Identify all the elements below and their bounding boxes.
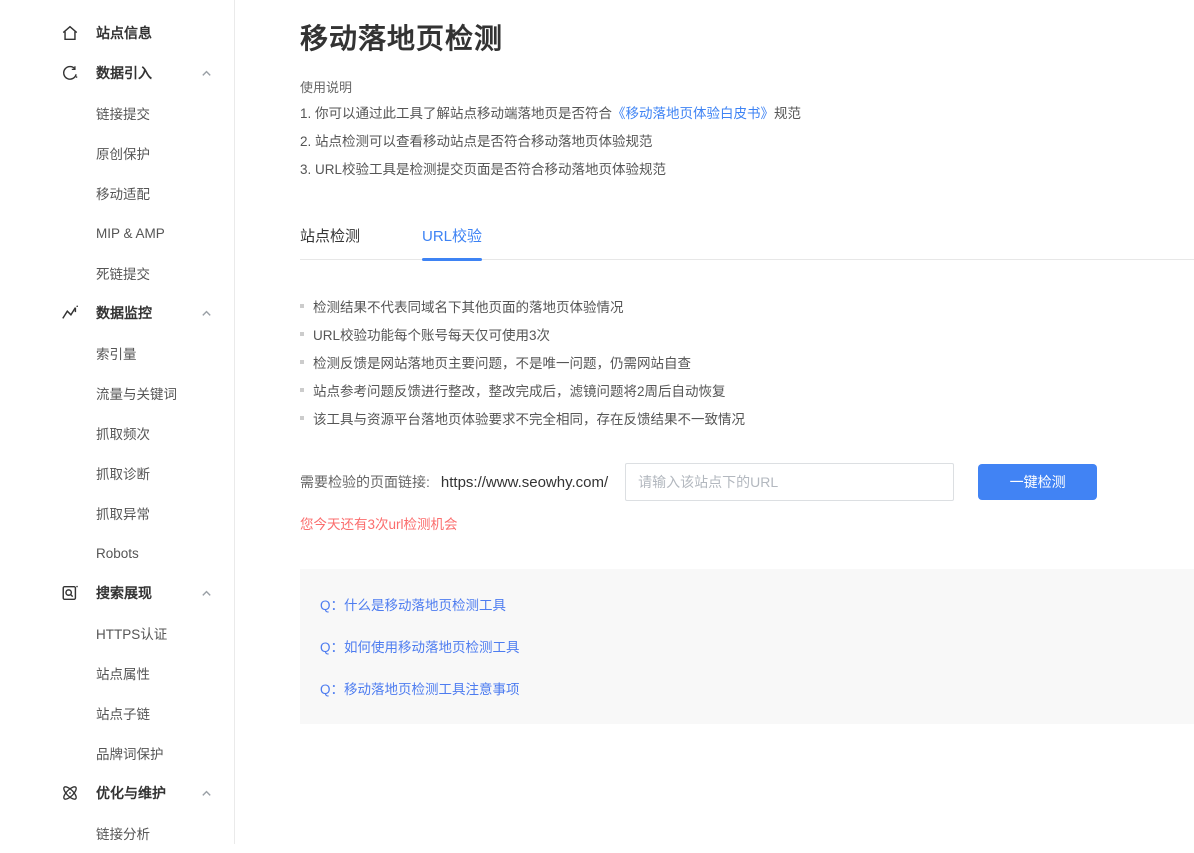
bullet-square-icon — [300, 332, 304, 336]
tab-site-check[interactable]: 站点检测 — [300, 228, 360, 259]
sidebar-item-https-certification[interactable]: HTTPS认证 — [0, 613, 234, 653]
bullet-square-icon — [300, 360, 304, 364]
sidebar-item-index-volume[interactable]: 索引量 — [0, 333, 234, 373]
bullet-square-icon — [300, 388, 304, 392]
sidebar-item-site-properties[interactable]: 站点属性 — [0, 653, 234, 693]
check-button[interactable]: 一键检测 — [978, 464, 1097, 500]
home-icon — [61, 24, 79, 42]
sidebar-section-label: 搜索展现 — [96, 583, 152, 603]
main-content: 移动落地页检测 使用说明 1. 你可以通过此工具了解站点移动端落地页是否符合《移… — [300, 0, 1194, 724]
sidebar: 站点信息 数据引入 链接提交 原创保护 移动适配 MIP & AMP 死链提交 … — [0, 0, 235, 844]
note-item: 该工具与资源平台落地页体验要求不完全相同，存在反馈结果不一致情况 — [300, 404, 1194, 432]
sidebar-item-crawl-diagnosis[interactable]: 抓取诊断 — [0, 453, 234, 493]
sidebar-item-site-sublinks[interactable]: 站点子链 — [0, 693, 234, 733]
search-display-icon — [61, 584, 79, 602]
chevron-up-icon[interactable] — [200, 67, 213, 80]
url-check-form: 需要检验的页面链接: https://www.seowhy.com/ 一键检测 — [300, 463, 1194, 501]
quota-remaining-text: 您今天还有3次url检测机会 — [300, 516, 1194, 534]
sidebar-section-data-import[interactable]: 数据引入 — [0, 53, 234, 93]
sidebar-item-link-submission[interactable]: 链接提交 — [0, 93, 234, 133]
sidebar-section-optimization[interactable]: 优化与维护 — [0, 773, 234, 813]
note-item: URL校验功能每个账号每天仅可使用3次 — [300, 320, 1194, 348]
faq-link-how-to-use[interactable]: Q：如何使用移动落地页检测工具 — [320, 638, 1194, 658]
sidebar-section-label: 优化与维护 — [96, 783, 166, 803]
chevron-up-icon[interactable] — [200, 307, 213, 320]
chevron-up-icon[interactable] — [200, 587, 213, 600]
tab-url-check[interactable]: URL校验 — [422, 228, 482, 259]
note-item: 检测结果不代表同域名下其他页面的落地页体验情况 — [300, 292, 1194, 320]
sidebar-item-original-protection[interactable]: 原创保护 — [0, 133, 234, 173]
instruction-line-3: 3. URL校验工具是检测提交页面是否符合移动落地页体验规范 — [300, 156, 1194, 184]
chart-icon — [61, 304, 79, 322]
sidebar-section-data-monitoring[interactable]: 数据监控 — [0, 293, 234, 333]
note-item: 站点参考问题反馈进行整改，整改完成后，滤镜问题将2周后自动恢复 — [300, 376, 1194, 404]
site-base-url: https://www.seowhy.com/ — [441, 474, 608, 491]
sidebar-section-label: 数据监控 — [96, 303, 152, 323]
url-input[interactable] — [625, 463, 954, 501]
sidebar-item-mobile-adaptation[interactable]: 移动适配 — [0, 173, 234, 213]
whitepaper-link[interactable]: 《移动落地页体验白皮书》 — [612, 106, 774, 121]
usage-heading: 使用说明 — [300, 80, 1194, 96]
instruction-line-2: 2. 站点检测可以查看移动站点是否符合移动落地页体验规范 — [300, 128, 1194, 156]
sidebar-item-link-analysis[interactable]: 链接分析 — [0, 813, 234, 853]
page-title: 移动落地页检测 — [300, 22, 1194, 56]
sidebar-item-mip-amp[interactable]: MIP & AMP — [0, 213, 234, 253]
bullet-square-icon — [300, 416, 304, 420]
optimize-icon — [61, 784, 79, 802]
sidebar-section-search-display[interactable]: 搜索展现 — [0, 573, 234, 613]
notes-list: 检测结果不代表同域名下其他页面的落地页体验情况 URL校验功能每个账号每天仅可使… — [300, 292, 1194, 432]
sidebar-section-label: 站点信息 — [96, 23, 152, 43]
faq-box: Q：什么是移动落地页检测工具 Q：如何使用移动落地页检测工具 Q：移动落地页检测… — [300, 569, 1194, 724]
sidebar-item-traffic-keywords[interactable]: 流量与关键词 — [0, 373, 234, 413]
instruction-line-1: 1. 你可以通过此工具了解站点移动端落地页是否符合《移动落地页体验白皮书》规范 — [300, 100, 1194, 128]
sidebar-section-label: 数据引入 — [96, 63, 152, 83]
instructions: 1. 你可以通过此工具了解站点移动端落地页是否符合《移动落地页体验白皮书》规范 … — [300, 100, 1194, 184]
sidebar-item-dead-link-submission[interactable]: 死链提交 — [0, 253, 234, 293]
sidebar-item-robots[interactable]: Robots — [0, 533, 234, 573]
sidebar-section-site-info[interactable]: 站点信息 — [0, 13, 234, 53]
tab-bar: 站点检测 URL校验 — [300, 228, 1194, 260]
faq-link-notes[interactable]: Q：移动落地页检测工具注意事项 — [320, 680, 1194, 700]
faq-link-what-is[interactable]: Q：什么是移动落地页检测工具 — [320, 596, 1194, 616]
sidebar-item-brand-protection[interactable]: 品牌词保护 — [0, 733, 234, 773]
chevron-up-icon[interactable] — [200, 787, 213, 800]
bullet-square-icon — [300, 304, 304, 308]
form-label: 需要检验的页面链接: — [300, 472, 430, 492]
sidebar-item-crawl-frequency[interactable]: 抓取频次 — [0, 413, 234, 453]
sidebar-item-crawl-exception[interactable]: 抓取异常 — [0, 493, 234, 533]
data-import-icon — [61, 64, 79, 82]
note-item: 检测反馈是网站落地页主要问题，不是唯一问题，仍需网站自查 — [300, 348, 1194, 376]
